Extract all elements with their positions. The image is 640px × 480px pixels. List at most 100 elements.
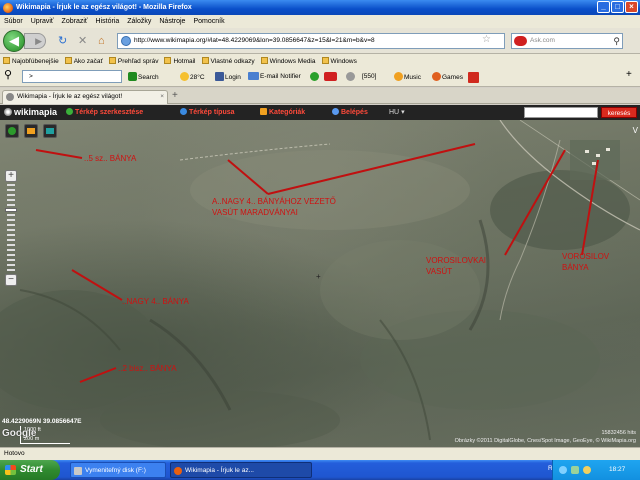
- taskbar-item-disk[interactable]: Vymeniteľný disk (F:): [70, 462, 166, 478]
- chat-icon[interactable]: [310, 72, 320, 83]
- status-text: Hotovo: [4, 450, 25, 457]
- home-icon[interactable]: ⌂: [98, 34, 105, 48]
- window-controls: _ □ ×: [597, 1, 638, 13]
- bookmark-star-icon[interactable]: ☆: [482, 34, 491, 46]
- firefox-icon: [3, 2, 13, 13]
- menu-zalozky[interactable]: Záložky: [127, 18, 151, 25]
- minimize-button[interactable]: _: [597, 1, 610, 13]
- taskbar-item-firefox[interactable]: Wikimapia - Írjuk le az...: [170, 462, 312, 478]
- map-label: BÁNYA: [562, 263, 589, 272]
- map-label: VASÚT MARADVÁNYAI: [212, 208, 298, 217]
- language-selector[interactable]: HU ▾: [389, 108, 405, 117]
- zoom-out-button[interactable]: −: [5, 274, 17, 286]
- bookmark-item[interactable]: Ako začať: [64, 56, 103, 65]
- window-title: Wikimapia - Írjuk le az egész világot! -…: [16, 4, 192, 11]
- addon-search-input[interactable]: >: [22, 70, 122, 83]
- bookmark-item[interactable]: Prehľad správ: [108, 56, 158, 65]
- wikimapia-search-button[interactable]: keresés: [601, 107, 637, 118]
- site-identity-icon[interactable]: [121, 36, 131, 46]
- volume-icon[interactable]: [583, 466, 591, 474]
- facebook-icon: [215, 72, 224, 81]
- facebook-login[interactable]: Login: [215, 72, 241, 83]
- sun-icon: [180, 72, 189, 81]
- satellite-map[interactable]: + − ..5 sz.. BÁNYA A..NAGY 4.. BÁNYÁHOZ …: [0, 120, 640, 447]
- menu-subor[interactable]: Súbor: [4, 18, 23, 25]
- clock[interactable]: 18:27: [609, 466, 625, 473]
- bookmark-item[interactable]: Windows: [321, 56, 357, 65]
- map-label: ..5 sz.. BÁNYA: [84, 154, 137, 163]
- wikimapia-logo[interactable]: wikimapia: [4, 107, 57, 118]
- addon-toolbar: ⚲ > Search 28°C Login E-mail Notifier [5…: [0, 67, 640, 87]
- drive-icon: [74, 467, 82, 475]
- map-coordinates: 48.4229069N 39.0856647E: [2, 418, 82, 425]
- close-window-button[interactable]: ×: [625, 1, 638, 13]
- map-edge-label: V: [632, 126, 638, 135]
- reload-icon[interactable]: ↻: [58, 34, 67, 48]
- toolbar-add-icon[interactable]: +: [626, 70, 632, 80]
- games-button[interactable]: Games: [432, 72, 463, 83]
- counter-widget[interactable]: [550]: [362, 72, 376, 82]
- firefox-icon: [174, 467, 182, 475]
- login-link[interactable]: Belépés: [332, 108, 368, 117]
- zoom-slider[interactable]: [5, 184, 17, 272]
- edit-map-menu[interactable]: Térkép szerkesztése: [66, 108, 143, 117]
- tab-wikimapia[interactable]: Wikimapia - Írjuk le az egész világot! ×: [2, 90, 168, 104]
- new-tab-button[interactable]: +: [172, 90, 178, 102]
- zoom-slider-handle[interactable]: [5, 208, 17, 212]
- folder-icon: [27, 128, 35, 134]
- bookmark-item[interactable]: Vlastné odkazy: [201, 56, 255, 65]
- email-notifier[interactable]: E-mail Notifier: [248, 72, 301, 82]
- menu-nastroje[interactable]: Nástroje: [159, 18, 185, 25]
- map-type-menu[interactable]: Térkép típusa: [180, 108, 235, 117]
- addon-search-button[interactable]: Search: [128, 72, 159, 83]
- music-button[interactable]: Music: [394, 72, 421, 83]
- weather-widget[interactable]: 28°C: [180, 72, 205, 83]
- search-icon[interactable]: ⚲: [613, 34, 620, 48]
- close-tab-icon[interactable]: ×: [160, 91, 164, 103]
- menu-bar: Súbor Upraviť Zobraziť História Záložky …: [0, 15, 640, 28]
- bookmark-item[interactable]: Najobľúbenejšie: [3, 56, 59, 65]
- url-input[interactable]: http://www.wikimapia.org/#lat=48.4229069…: [117, 33, 505, 49]
- wikimapia-favicon: [6, 93, 14, 101]
- window-titlebar: Wikimapia - Írjuk le az egész világot! -…: [0, 0, 640, 15]
- back-button[interactable]: ◀: [3, 30, 25, 52]
- bookmark-icon: [201, 56, 209, 64]
- wikimapia-header: wikimapia Térkép szerkesztése Térkép típ…: [0, 105, 640, 120]
- ask-engine-icon[interactable]: [514, 36, 527, 46]
- tray-app-icon[interactable]: [571, 466, 579, 474]
- system-tray: 18:27: [552, 460, 640, 480]
- map-crosshair-icon: +: [316, 272, 321, 281]
- network-icon[interactable]: [559, 466, 567, 474]
- mail-icon: [248, 72, 259, 80]
- stop-icon[interactable]: ✕: [78, 34, 87, 48]
- globe-icon: [4, 108, 12, 116]
- map-label: ..NAGY 4.. BÁNYA: [122, 297, 189, 306]
- menu-zobrazit[interactable]: Zobraziť: [62, 18, 88, 25]
- map-label: VASÚT: [426, 267, 453, 276]
- map-view-button[interactable]: [43, 124, 57, 138]
- map-hits-counter: 15832456 hits: [601, 430, 636, 436]
- youtube-icon[interactable]: [324, 72, 338, 83]
- maximize-button[interactable]: □: [611, 1, 624, 13]
- google-logo: Google: [2, 428, 37, 439]
- tools-icon[interactable]: [346, 72, 356, 83]
- menu-upravit[interactable]: Upraviť: [31, 18, 54, 25]
- categories-menu[interactable]: Kategóriák: [260, 108, 305, 117]
- addon-person-icon[interactable]: [468, 72, 480, 85]
- bookmark-item[interactable]: Windows Media: [260, 56, 316, 65]
- map-tool-button[interactable]: [5, 124, 19, 138]
- search-icon[interactable]: ⚲: [4, 70, 12, 81]
- addon-search-value: >: [29, 73, 33, 80]
- menu-pomocnik[interactable]: Pomocník: [193, 18, 224, 25]
- bookmark-item[interactable]: Hotmail: [164, 56, 196, 65]
- map-layer-button[interactable]: [24, 124, 38, 138]
- wikimapia-search-input[interactable]: [524, 107, 598, 118]
- menu-historia[interactable]: História: [96, 18, 120, 25]
- navigation-toolbar: ▶ ◀ ↻ ✕ ⌂ http://www.wikimapia.org/#lat=…: [0, 28, 640, 54]
- search-input[interactable]: Ask.com ⚲: [511, 33, 623, 49]
- zoom-in-button[interactable]: +: [5, 170, 17, 182]
- windows-logo-icon: [5, 465, 16, 475]
- forward-button[interactable]: ▶: [24, 33, 46, 49]
- music-icon: [394, 72, 403, 81]
- start-button[interactable]: Start: [0, 460, 60, 480]
